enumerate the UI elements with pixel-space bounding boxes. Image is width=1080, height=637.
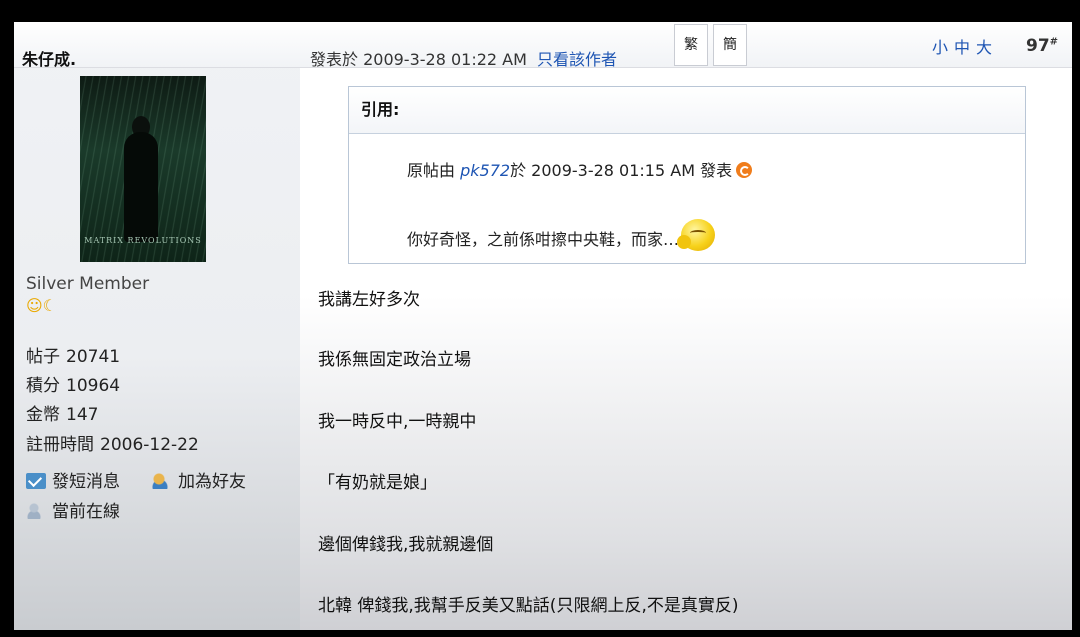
floor-value: 97	[1026, 36, 1050, 56]
member-rank: Silver Member	[26, 274, 150, 294]
add-friend-icon	[152, 473, 172, 489]
quote-meta-prefix: 原帖由	[407, 161, 456, 180]
post-meta: 發表於 2009-3-28 01:22 AM 只看該作者	[310, 46, 617, 70]
avatar-figure	[124, 132, 158, 242]
font-size-links[interactable]: 小中大	[932, 34, 998, 58]
quote-title: 引用:	[349, 87, 1025, 134]
simplified-chinese-button[interactable]: 簡	[713, 24, 747, 66]
mail-icon	[26, 473, 46, 489]
post-frame: 朱仔成. MATRIX REVOLUTIONS Silver Member ☺☾…	[14, 22, 1072, 630]
quote-body: 你好奇怪，之前係咁擦中央鞋，而家…	[407, 230, 680, 249]
quote-author-link[interactable]: pk572	[460, 161, 510, 180]
stat-value: 10964	[66, 376, 121, 396]
avatar-caption: MATRIX REVOLUTIONS	[84, 236, 202, 245]
online-status-label: 當前在線	[52, 502, 120, 522]
stat-value: 147	[66, 405, 99, 425]
add-friend-label: 加為好友	[178, 472, 246, 492]
stat-value: 20741	[66, 347, 121, 367]
send-message-link[interactable]: 發短消息	[26, 467, 120, 492]
post-line: 我講左好多次	[318, 290, 420, 310]
post-line: 我一時反中,一時親中	[318, 412, 477, 432]
rank-stars-icon: ☺☾	[26, 296, 58, 315]
goto-original-icon[interactable]	[736, 162, 753, 178]
traditional-chinese-button[interactable]: 繁	[674, 24, 708, 66]
stat-label: 金幣	[26, 405, 60, 425]
floor-mark: #	[1049, 36, 1059, 48]
sidebar-header: 朱仔成.	[14, 22, 300, 70]
stat-value: 2006-12-22	[100, 435, 199, 455]
post-line: 「有奶就是娘」	[318, 473, 437, 493]
floor-number[interactable]: 97#	[1026, 36, 1058, 56]
online-status: 當前在線	[26, 497, 120, 522]
stat-label: 帖子	[26, 347, 60, 367]
stat-label: 積分	[26, 376, 60, 396]
send-message-label: 發短消息	[52, 472, 120, 492]
post-line: 我係無固定政治立場	[318, 350, 471, 370]
stat-label: 註冊時間	[26, 435, 94, 455]
username-link[interactable]: 朱仔成.	[22, 46, 76, 70]
avatar[interactable]: MATRIX REVOLUTIONS	[80, 76, 206, 262]
stat-points: 積分 10964	[26, 371, 120, 396]
post-line: 邊個俾錢我,我就親邊個	[318, 535, 494, 555]
stat-posts: 帖子 20741	[26, 342, 120, 367]
stat-coins: 金幣 147	[26, 400, 98, 425]
quote-meta: 原帖由 pk572於 2009-3-28 01:15 AM 發表	[407, 157, 753, 181]
only-author-link[interactable]: 只看該作者	[537, 50, 617, 69]
post-main: 發表於 2009-3-28 01:22 AM 只看該作者 繁 簡 小中大 97# …	[300, 22, 1072, 630]
quote-box: 引用: 原帖由 pk572於 2009-3-28 01:15 AM 發表 你好奇…	[348, 86, 1026, 264]
user-sidebar: 朱仔成. MATRIX REVOLUTIONS Silver Member ☺☾…	[14, 22, 300, 630]
quote-text: 你好奇怪，之前係咁擦中央鞋，而家…	[407, 219, 716, 251]
post-line: 北韓 俾錢我,我幫手反美又點話(只限網上反,不是真實反)	[318, 596, 739, 616]
post-date: 發表於 2009-3-28 01:22 AM	[310, 50, 527, 69]
stat-registered: 註冊時間 2006-12-22	[26, 430, 199, 455]
smiley-emoticon-icon	[677, 219, 716, 251]
post-header: 發表於 2009-3-28 01:22 AM 只看該作者 繁 簡 小中大 97#	[300, 22, 1072, 70]
add-friend-link[interactable]: 加為好友	[152, 467, 246, 492]
user-online-icon	[26, 503, 46, 519]
quote-meta-suffix: 於 2009-3-28 01:15 AM 發表	[510, 161, 733, 180]
